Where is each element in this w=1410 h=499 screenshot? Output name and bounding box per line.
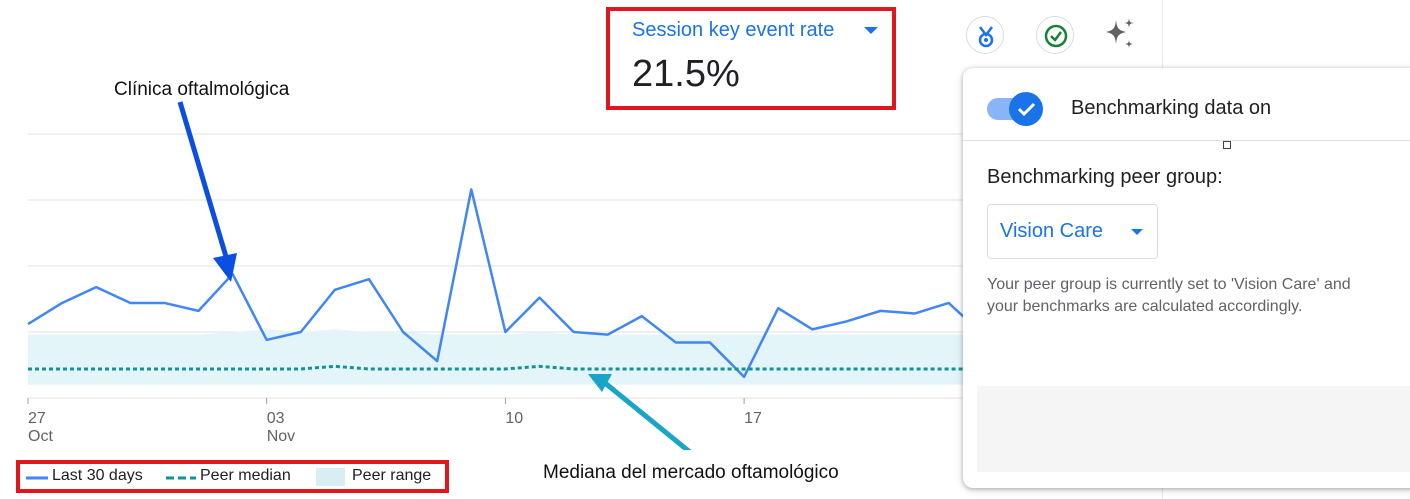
chart-legend: Last 30 days Peer median Peer range xyxy=(16,460,449,493)
x-tick-day-0: 27 xyxy=(28,410,46,427)
x-tick-day-1: 03 xyxy=(267,410,285,427)
peer-range-band xyxy=(28,329,983,385)
description-line-1: Your peer group is currently set to 'Vis… xyxy=(987,276,1351,293)
legend-median[interactable]: Peer median xyxy=(200,467,291,485)
panel-separator xyxy=(963,140,1410,141)
peer-group-select[interactable]: Vision Care xyxy=(987,204,1158,259)
clinic-arrow xyxy=(177,101,237,282)
peer-group-heading: Benchmarking peer group: xyxy=(987,166,1223,188)
x-tick-month-0: Oct xyxy=(28,428,53,445)
description-line-2: your benchmarks are calculated according… xyxy=(987,298,1303,315)
legend-range[interactable]: Peer range xyxy=(352,467,431,485)
benchmark-badge-icon[interactable] xyxy=(966,16,1004,54)
peer-group-description: Your peer group is currently set to 'Vis… xyxy=(987,274,1410,318)
median-arrow xyxy=(588,374,692,450)
legend-dash-swatch xyxy=(166,476,196,480)
metric-selector[interactable]: Session key event rate xyxy=(632,19,834,42)
panel-footer-area xyxy=(977,386,1410,472)
x-tick-month-1: Nov xyxy=(267,428,295,445)
metric-dropdown-caret-icon[interactable] xyxy=(864,27,878,34)
legend-last30[interactable]: Last 30 days xyxy=(52,467,143,485)
peer-group-value: Vision Care xyxy=(1000,220,1104,242)
legend-range-swatch xyxy=(316,468,345,486)
x-tick-day-2: 10 xyxy=(505,410,523,427)
peer-range-area xyxy=(28,329,983,385)
line-chart: 27Oct 03Nov 10 17 xyxy=(27,101,1000,450)
benchmark-panel: Benchmarking data on Benchmarking peer g… xyxy=(963,68,1410,488)
legend-line-swatch xyxy=(26,476,48,480)
clinic-annotation: Clínica oftalmológica xyxy=(114,79,290,100)
chevron-down-icon xyxy=(1131,229,1143,235)
toggle-label: Benchmarking data on xyxy=(1071,97,1272,119)
resize-handle[interactable] xyxy=(1223,141,1231,149)
x-tick-day-3: 17 xyxy=(744,410,762,427)
toggle-check-icon[interactable] xyxy=(1009,92,1043,126)
check-circle-icon[interactable] xyxy=(1036,16,1074,54)
median-annotation: Mediana del mercado oftamológico xyxy=(543,462,839,483)
metric-highlight-box: Session key event rate 21.5% xyxy=(606,7,896,110)
sparkle-icon[interactable] xyxy=(1100,14,1140,54)
metric-value: 21.5% xyxy=(632,53,740,95)
